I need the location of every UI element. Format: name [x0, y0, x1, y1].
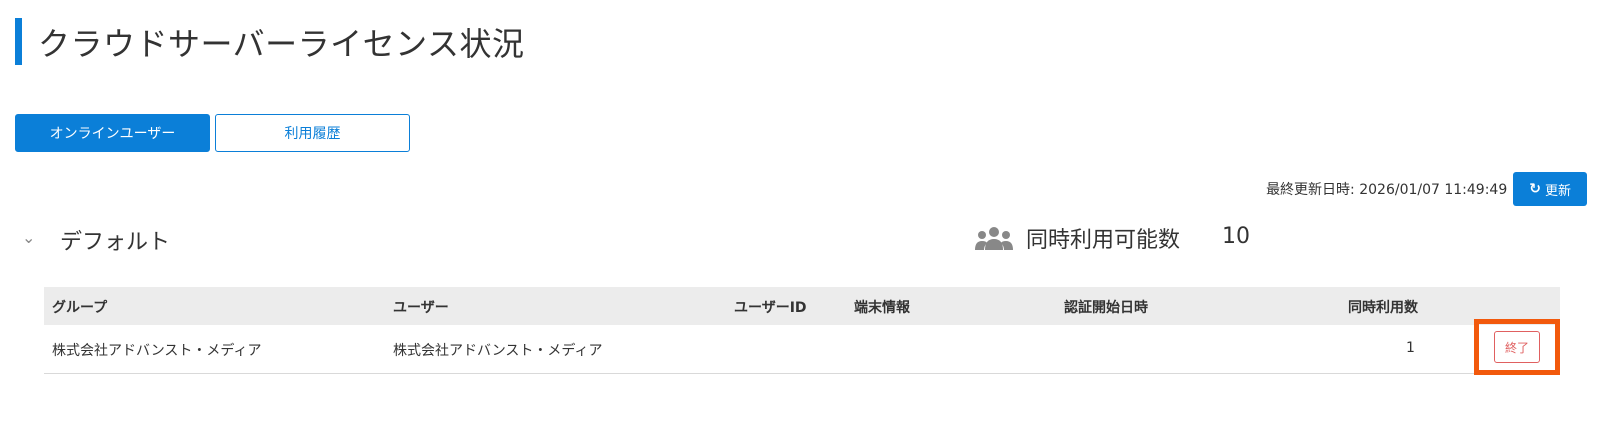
concurrent-label: 同時利用可能数 [1026, 228, 1181, 253]
table-header: グループ ユーザー ユーザーID 端末情報 認証開始日時 同時利用数 [44, 287, 1560, 325]
tab-usage-history[interactable]: 利用履歴 [215, 114, 410, 152]
refresh-button-label: 更新 [1544, 183, 1571, 199]
refresh-icon: ↻ [1529, 181, 1541, 197]
highlight-box: 終了 [1474, 319, 1560, 375]
group-name[interactable]: デフォルト [60, 224, 170, 256]
cell-count: 1 [1406, 340, 1415, 356]
column-header-group: グループ [52, 300, 108, 316]
last-updated-text: 最終更新日時: 2026/01/07 11:49:49 [1266, 182, 1508, 198]
chevron-down-icon[interactable]: ⌄ [22, 228, 35, 247]
column-header-count: 同時利用数 [1348, 300, 1418, 316]
online-users-table: グループ ユーザー ユーザーID 端末情報 認証開始日時 同時利用数 株式会社ア… [44, 287, 1560, 375]
cell-group: 株式会社アドバンスト・メディア [52, 343, 262, 359]
concurrent-value: 10 [1222, 224, 1250, 249]
tab-bar: オンラインユーザー 利用履歴 [15, 114, 410, 152]
page-header: クラウドサーバーライセンス状況 [15, 18, 525, 65]
update-row: 最終更新日時: 2026/01/07 11:49:49 ↻ 更新 [1266, 172, 1587, 206]
column-header-user-id: ユーザーID [734, 300, 807, 316]
page-title: クラウドサーバーライセンス状況 [38, 24, 525, 63]
group-header: ⌄ デフォルト 同時利用可能数 10 [22, 222, 1582, 258]
end-session-button[interactable]: 終了 [1494, 331, 1540, 363]
title-accent-bar [15, 18, 22, 65]
table-row: 株式会社アドバンスト・メディア 株式会社アドバンスト・メディア 1 終了 [44, 319, 1560, 375]
column-header-user: ユーザー [393, 300, 449, 316]
concurrent-limit: 同時利用可能数 [974, 222, 1180, 254]
column-header-device: 端末情報 [854, 300, 910, 316]
refresh-button[interactable]: ↻ 更新 [1513, 172, 1587, 206]
column-header-auth-start: 認証開始日時 [1064, 300, 1148, 316]
users-icon [975, 227, 1013, 250]
cell-user: 株式会社アドバンスト・メディア [393, 343, 603, 359]
tab-online-users[interactable]: オンラインユーザー [15, 114, 210, 152]
